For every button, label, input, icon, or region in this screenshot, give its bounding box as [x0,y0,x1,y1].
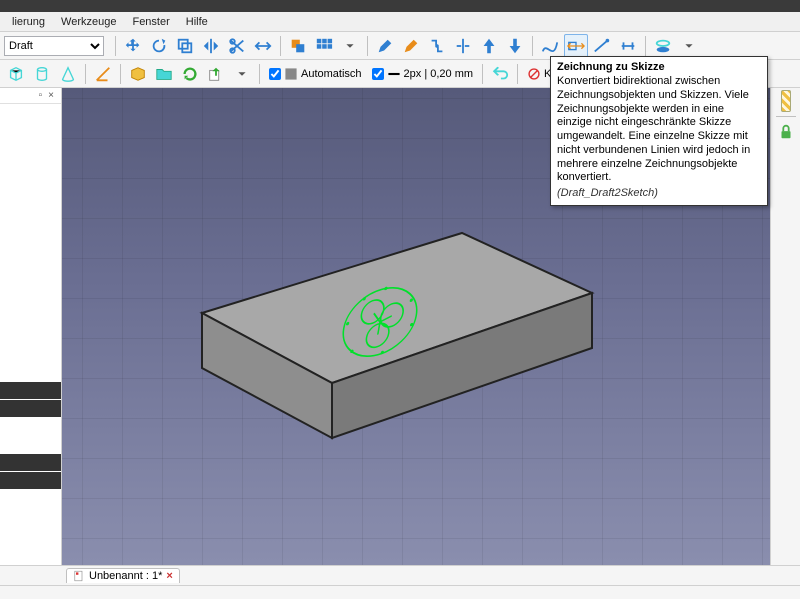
lineweight-checkbox[interactable] [372,68,384,80]
window-titlebar [0,0,800,12]
folder-open-icon[interactable] [152,62,176,86]
side-panel: ▫ × [0,88,62,565]
export-dropdown-icon[interactable] [230,62,254,86]
offset-icon[interactable] [173,34,197,58]
refresh-icon[interactable] [178,62,202,86]
tooltip-command: (Draft_Draft2Sketch) [551,187,767,205]
side-panel-pin-icon[interactable]: ▫ [36,90,46,101]
array-dropdown-icon[interactable] [338,34,362,58]
autostyle-checkbox[interactable] [269,68,281,80]
slope-icon[interactable] [590,34,614,58]
separator [259,64,260,84]
property-panel[interactable] [0,364,61,565]
move-icon[interactable] [121,34,145,58]
command-tooltip: Zeichnung zu Skizze Konvertiert bidirekt… [550,56,768,206]
upgrade-icon[interactable] [477,34,501,58]
shape2d-dropdown-icon[interactable] [677,34,701,58]
new-icon[interactable] [126,62,150,86]
separator [115,36,116,56]
wire2bspline-icon[interactable] [538,34,562,58]
autostyle-label: Automatisch [301,68,362,80]
separator [85,64,86,84]
warning-strip-icon[interactable] [781,90,791,112]
autostyle-toggle[interactable]: Automatisch [265,67,366,81]
menu-item-help[interactable]: Hilfe [178,14,216,30]
lineweight-label: 2px | 0,20 mm [404,68,474,80]
join-icon[interactable] [425,34,449,58]
lineweight-icon [387,67,401,81]
trim-icon[interactable] [225,34,249,58]
flipdim-icon[interactable] [616,34,640,58]
subelement-icon[interactable] [399,34,423,58]
clone-icon[interactable] [286,34,310,58]
tooltip-title: Zeichnung zu Skizze [551,57,767,75]
right-tool-strip [770,88,800,565]
array-icon[interactable] [312,34,336,58]
separator [367,36,368,56]
property-row[interactable] [0,400,61,418]
lock-icon[interactable] [775,121,797,143]
tooltip-body: Konvertiert bidirektional zwischen Zeich… [551,75,767,187]
cone-icon[interactable] [56,62,80,86]
separator [532,36,533,56]
side-panel-header: ▫ × [0,88,61,104]
status-bar [0,585,800,599]
menu-item-tools[interactable]: Werkzeuge [53,14,124,30]
downgrade-icon[interactable] [503,34,527,58]
prohibit-icon [527,67,541,81]
separator [517,64,518,84]
document-tab-label: Unbenannt : 1* [89,570,162,582]
edit-icon[interactable] [373,34,397,58]
cylinder-icon[interactable] [30,62,54,86]
autostyle-icon [284,67,298,81]
menu-bar: lierung Werkzeuge Fenster Hilfe [0,12,800,32]
menu-item-window[interactable]: Fenster [124,14,177,30]
tree-view[interactable] [0,104,61,364]
separator [280,36,281,56]
undo-style-icon[interactable] [488,62,512,86]
freecad-doc-icon [73,570,85,582]
property-row[interactable] [0,382,61,400]
menu-item-modelling[interactable]: lierung [4,14,53,30]
separator [120,64,121,84]
export-icon[interactable] [204,62,228,86]
rotate-icon[interactable] [147,34,171,58]
side-panel-close-icon[interactable]: × [45,90,57,101]
angle-icon[interactable] [91,62,115,86]
split-icon[interactable] [451,34,475,58]
draft-to-sketch-icon[interactable] [564,34,588,58]
stretch-icon[interactable] [251,34,275,58]
separator [776,116,796,117]
document-tab-close-icon[interactable]: × [166,570,172,582]
separator [482,64,483,84]
workbench-selector[interactable]: Draft [4,36,104,56]
separator [645,36,646,56]
box-icon[interactable] [4,62,28,86]
property-row[interactable] [0,472,61,490]
shape2d-icon[interactable] [651,34,675,58]
document-tab-bar: Unbenannt : 1* × [0,565,800,585]
lineweight-field[interactable]: 2px | 0,20 mm [368,67,478,81]
document-tab[interactable]: Unbenannt : 1* × [66,568,180,583]
mirror-icon[interactable] [199,34,223,58]
property-row[interactable] [0,454,61,472]
